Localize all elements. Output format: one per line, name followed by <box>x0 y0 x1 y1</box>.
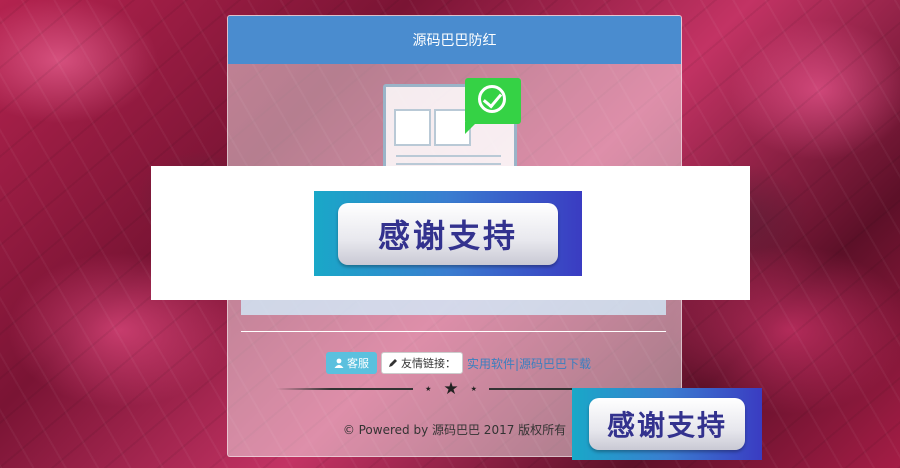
thanks-banner-main: 感谢支持 <box>314 191 582 276</box>
user-icon <box>334 358 344 368</box>
divider <box>241 331 666 332</box>
text-line <box>396 155 501 157</box>
software-link[interactable]: 实用软件|源码巴巴下载 <box>467 355 591 372</box>
small-star-icon: ★ <box>425 385 432 393</box>
kefu-label: 客服 <box>347 357 369 370</box>
image-placeholder <box>394 109 431 146</box>
friend-links-button[interactable]: 友情链接： <box>381 352 463 374</box>
thanks-banner-label: 感谢支持 <box>589 398 745 450</box>
bubble-tail <box>465 122 477 134</box>
star-icon: ★ <box>443 379 459 399</box>
links-row: 客服 友情链接： 实用软件|源码巴巴下载 <box>326 351 591 375</box>
small-star-icon: ★ <box>470 385 477 393</box>
page-title: 源码巴巴防红 <box>412 33 497 49</box>
thanks-banner-corner: 感谢支持 <box>572 388 762 460</box>
check-icon <box>465 78 521 124</box>
kefu-button[interactable]: 客服 <box>326 352 377 374</box>
divider-rule-left <box>276 388 414 390</box>
friend-links-label: 友情链接： <box>401 357 456 370</box>
panel-header: 源码巴巴防红 <box>228 16 681 64</box>
thanks-banner-label: 感谢支持 <box>338 202 558 265</box>
pencil-icon <box>389 359 397 367</box>
text-line <box>396 163 501 165</box>
